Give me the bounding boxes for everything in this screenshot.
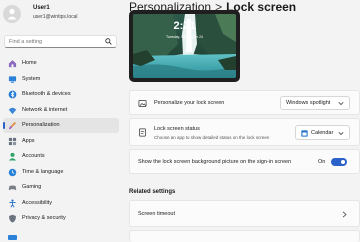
accounts-icon: [8, 152, 17, 161]
nav-label: Home: [22, 60, 37, 66]
nav-item-apps[interactable]: Apps: [3, 134, 119, 149]
signin-background-row: Show the lock screen background picture …: [129, 149, 360, 174]
time-icon: [8, 168, 17, 176]
personalize-dropdown[interactable]: Windows spotlight: [280, 96, 350, 110]
calendar-icon: [301, 130, 308, 137]
bluetooth-icon: [8, 90, 17, 99]
apps-icon: [8, 137, 17, 145]
nav-item-windows-update-partial[interactable]: [8, 235, 17, 240]
status-dropdown[interactable]: Calendar: [295, 125, 350, 140]
nav-label: Bluetooth & devices: [22, 91, 71, 97]
status-value: Calendar: [311, 130, 334, 136]
nav-label: Apps: [22, 137, 35, 144]
personalize-lock-screen-row: Personalize your lock screen Windows spo…: [129, 90, 360, 115]
active-indicator: [3, 122, 5, 129]
nav-label: Privacy & security: [22, 215, 66, 221]
gaming-icon: [8, 185, 17, 191]
home-icon: [8, 60, 17, 68]
toggle-state: On: [318, 159, 326, 165]
chevron-down-icon: [338, 132, 344, 136]
user-email: user1@wintips.local: [33, 14, 78, 20]
accessibility-icon: [9, 199, 16, 208]
user-profile[interactable]: User1 user1@wintips.local: [0, 0, 124, 30]
avatar: [3, 5, 21, 23]
signin-background-label: Show the lock screen background picture …: [138, 159, 292, 165]
search-box[interactable]: [4, 35, 117, 48]
related-settings-heading: Related settings: [129, 189, 176, 195]
sidebar: User1 user1@wintips.local Home System: [0, 0, 124, 240]
status-label: Lock screen status: [154, 126, 200, 132]
nav-label: Time & language: [22, 168, 64, 175]
preview-clock: 2:21: [173, 20, 196, 32]
nav-label: Gaming: [22, 184, 42, 190]
chevron-down-icon: [338, 102, 344, 106]
user-icon: [7, 8, 17, 20]
search-icon[interactable]: [105, 38, 112, 45]
user-name: User1: [33, 5, 50, 11]
nav-label: Personalization: [22, 122, 60, 128]
nav-item-personalization[interactable]: Personalization: [3, 118, 119, 133]
nav-item-accounts[interactable]: Accounts: [3, 149, 119, 164]
system-icon: [8, 75, 17, 83]
brush-icon: [8, 121, 17, 130]
nav-item-privacy[interactable]: Privacy & security: [3, 211, 119, 226]
shield-icon: [9, 214, 16, 223]
network-icon: [8, 107, 17, 114]
picture-icon: [138, 99, 147, 108]
nav-label: Network & internet: [22, 106, 68, 113]
preview-image: 2:21 Tuesday, September 24: [133, 14, 236, 78]
personalize-value: Windows spotlight: [286, 100, 331, 106]
lock-screen-preview: 2:21 Tuesday, September 24: [129, 10, 240, 82]
status-description: Choose an app to show detailed status on…: [154, 135, 270, 140]
screen-timeout-label: Screen timeout: [138, 211, 175, 217]
nav-item-bluetooth[interactable]: Bluetooth & devices: [3, 87, 119, 102]
signin-background-toggle[interactable]: [331, 158, 347, 166]
preview-date: Tuesday, September 24: [166, 35, 203, 39]
status-icon: [138, 128, 147, 137]
nav-label: System: [22, 75, 41, 82]
screen-timeout-row[interactable]: Screen timeout: [129, 200, 360, 227]
nav-item-system[interactable]: System: [3, 72, 119, 87]
nav-item-gaming[interactable]: Gaming: [3, 180, 119, 195]
nav-item-time-language[interactable]: Time & language: [3, 165, 119, 180]
toggle-knob: [341, 160, 345, 164]
nav-item-network[interactable]: Network & internet: [3, 103, 119, 118]
chevron-right-icon: [342, 211, 347, 218]
personalize-label: Personalize your lock screen: [154, 100, 225, 106]
lock-screen-status-row: Lock screen status Choose an app to show…: [129, 118, 360, 146]
search-input[interactable]: [9, 37, 101, 46]
nav-item-accessibility[interactable]: Accessibility: [3, 196, 119, 211]
nav-item-home[interactable]: Home: [3, 56, 119, 71]
next-setting-row-partial[interactable]: [129, 230, 360, 242]
nav-label: Accounts: [22, 153, 45, 159]
nav-label: Accessibility: [22, 199, 52, 206]
